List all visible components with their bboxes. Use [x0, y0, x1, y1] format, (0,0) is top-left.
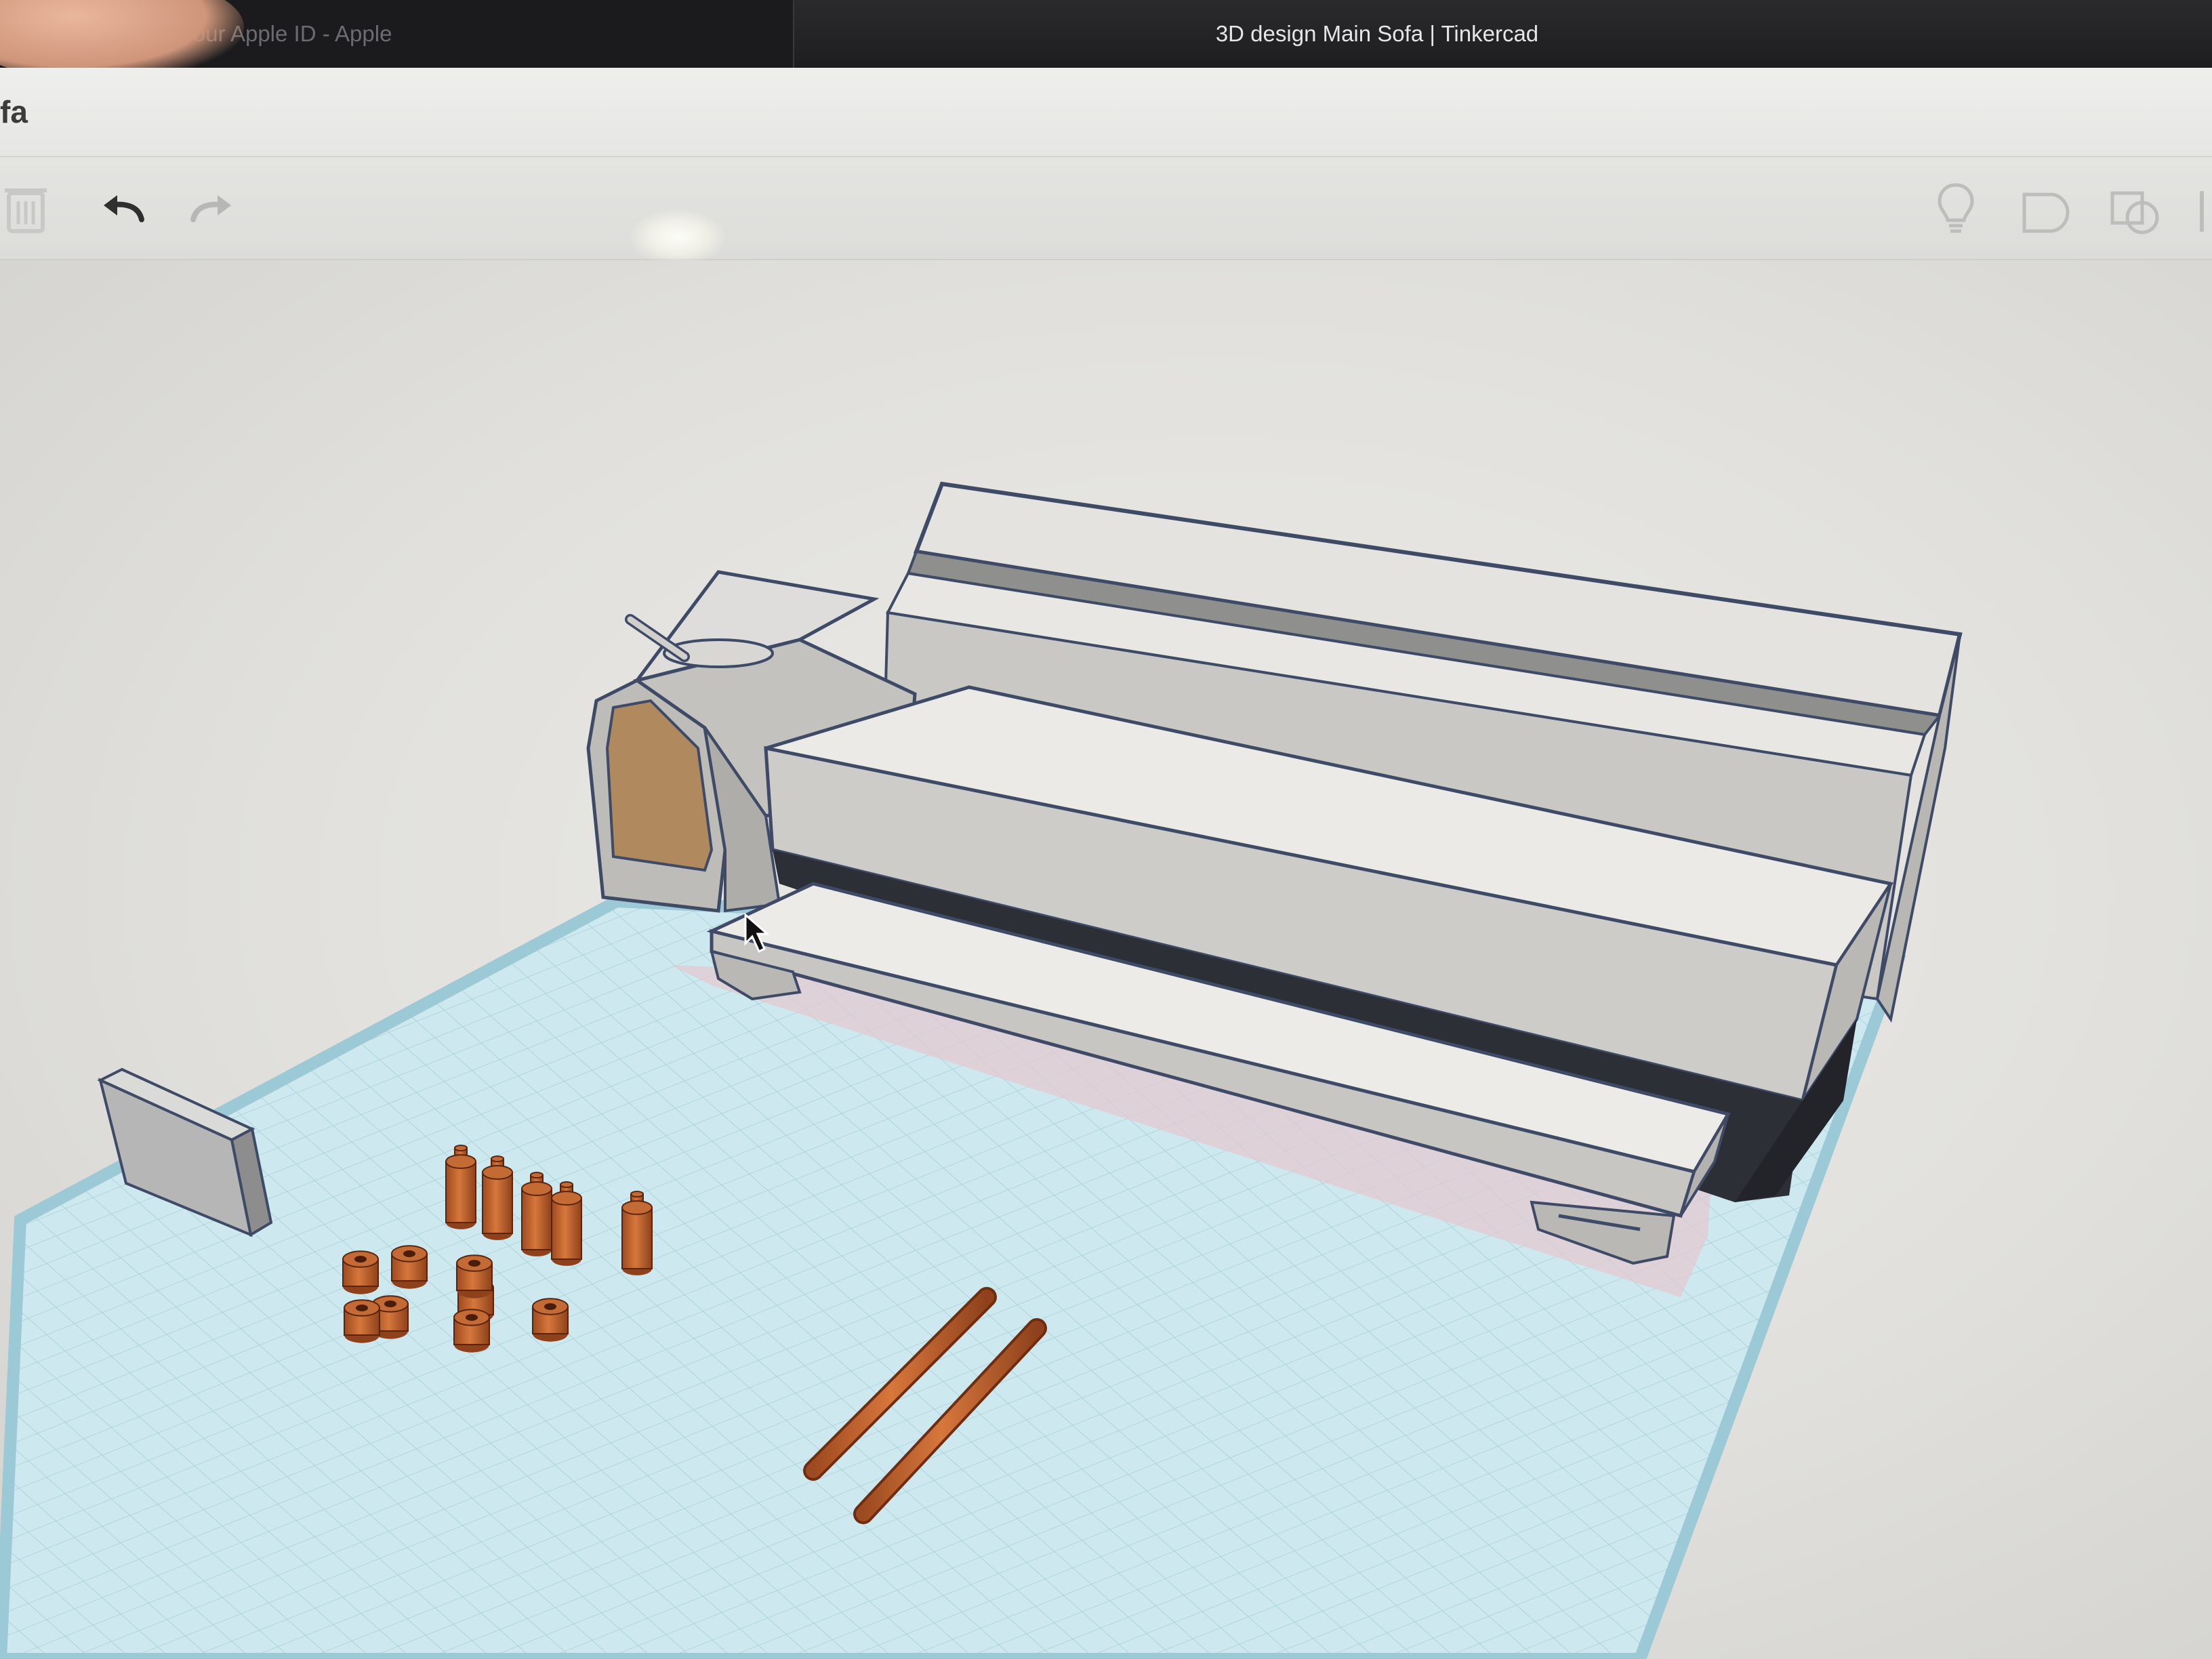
lightbulb-icon	[1938, 183, 1974, 233]
short-peg-7[interactable]	[456, 1254, 493, 1298]
tab-tinkercad[interactable]: 3D design Main Sofa | Tinkercad	[794, 0, 2212, 68]
short-peg-0[interactable]	[342, 1250, 379, 1294]
redo-button[interactable]	[184, 184, 241, 232]
short-peg-4[interactable]	[344, 1299, 380, 1343]
group-icon	[2022, 192, 2070, 233]
tab-tinkercad-label: 3D design Main Sofa | Tinkercad	[1215, 21, 1539, 46]
ungroup-button[interactable]	[2105, 184, 2166, 239]
tall-peg-0[interactable]	[445, 1154, 476, 1229]
tall-peg-1[interactable]	[482, 1165, 513, 1240]
ungroup-icon	[2110, 191, 2159, 234]
delete-button[interactable]	[0, 178, 54, 239]
short-peg-1[interactable]	[391, 1245, 428, 1289]
browser-tab-bar: Manage your Apple ID - Apple 3D design M…	[0, 0, 2212, 81]
undo-button[interactable]	[94, 184, 150, 232]
tall-peg-4[interactable]	[621, 1200, 653, 1275]
short-peg-5[interactable]	[532, 1298, 569, 1342]
screen-glare	[630, 210, 725, 264]
scene-canvas[interactable]	[0, 260, 2212, 1659]
design-title[interactable]: fa	[0, 94, 28, 130]
short-peg-6[interactable]	[453, 1309, 490, 1353]
workplane-viewport[interactable]	[0, 260, 2212, 1659]
toolbar-divider	[2200, 191, 2204, 232]
tall-peg-2[interactable]	[521, 1181, 552, 1256]
tall-peg-3[interactable]	[551, 1191, 582, 1266]
app-header: fa	[0, 68, 2212, 157]
edit-toolbar	[0, 157, 2212, 260]
trash-icon	[5, 188, 47, 233]
undo-icon	[104, 195, 144, 222]
show-all-button[interactable]	[1929, 180, 1983, 239]
group-button[interactable]	[2017, 184, 2078, 239]
redo-icon	[190, 195, 231, 222]
